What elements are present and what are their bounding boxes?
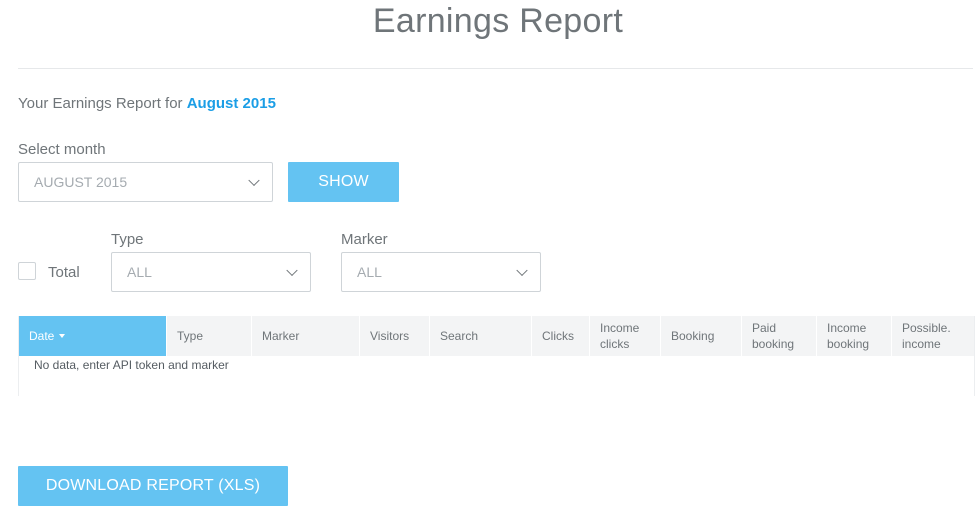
total-label: Total: [48, 264, 80, 281]
earnings-table: Date Type Marker Visitors Search Clicks …: [18, 316, 975, 396]
column-header-date[interactable]: Date: [19, 316, 167, 356]
report-subtitle: Your Earnings Report for August 2015: [18, 95, 276, 112]
column-header-clicks[interactable]: Clicks: [532, 316, 590, 356]
marker-select-value: ALL: [357, 264, 382, 280]
column-header-type[interactable]: Type: [167, 316, 252, 356]
report-subtitle-prefix: Your Earnings Report for: [18, 95, 187, 112]
sort-caret-icon: [59, 334, 66, 338]
divider: [18, 68, 973, 69]
marker-label: Marker: [341, 231, 388, 248]
type-select[interactable]: ALL: [111, 252, 311, 292]
column-header-paid-booking[interactable]: Paid booking: [742, 316, 817, 356]
total-checkbox[interactable]: [18, 262, 36, 280]
page-title: Earnings Report: [372, 2, 624, 40]
type-label: Type: [111, 231, 144, 248]
chevron-down-icon: [516, 264, 528, 277]
select-month-label: Select month: [18, 141, 106, 158]
table-header: Date Type Marker Visitors Search Clicks …: [19, 316, 974, 356]
column-header-marker[interactable]: Marker: [252, 316, 360, 356]
download-report-button[interactable]: DOWNLOAD REPORT (XLS): [18, 466, 288, 506]
month-select-value: AUGUST 2015: [34, 174, 128, 190]
report-period: August 2015: [186, 95, 276, 112]
column-header-visitors[interactable]: Visitors: [360, 316, 430, 356]
column-header-income-clicks[interactable]: Income clicks: [590, 316, 661, 356]
column-header-search[interactable]: Search: [430, 316, 532, 356]
empty-message: No data, enter API token and marker: [34, 358, 229, 372]
type-select-value: ALL: [127, 264, 152, 280]
column-header-possible-income[interactable]: Possible. income: [892, 316, 974, 356]
chevron-down-icon: [286, 264, 298, 277]
chevron-down-icon: [248, 174, 260, 187]
marker-select[interactable]: ALL: [341, 252, 541, 292]
show-button[interactable]: SHOW: [288, 162, 399, 202]
month-select[interactable]: AUGUST 2015: [18, 162, 273, 202]
column-header-booking[interactable]: Booking: [661, 316, 742, 356]
column-header-income-booking[interactable]: Income booking: [817, 316, 892, 356]
